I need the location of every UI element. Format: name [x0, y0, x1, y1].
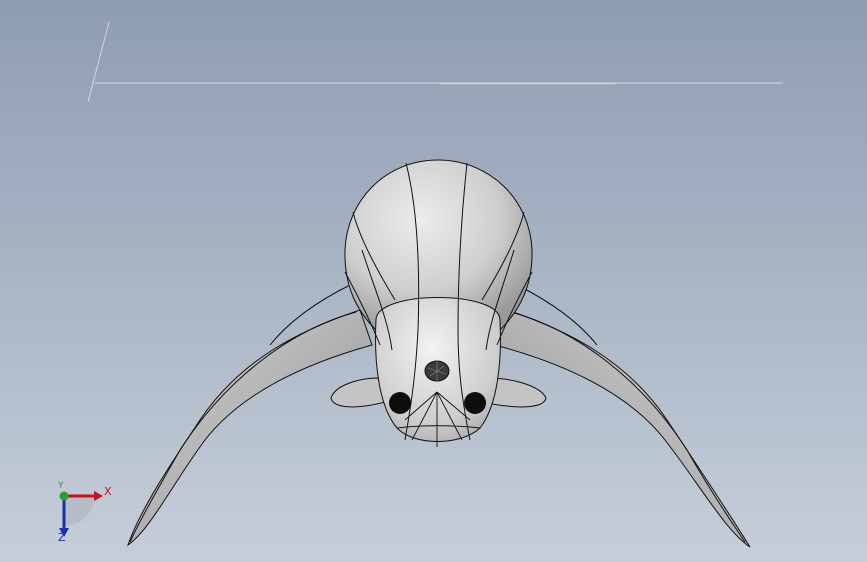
right-fin: [494, 309, 751, 548]
triad-y-label: Y: [58, 481, 64, 491]
triad-z-label: Z: [58, 531, 66, 544]
triad-x-label: X: [104, 485, 112, 498]
left-small-fin: [330, 377, 386, 408]
left-eye: [389, 392, 411, 414]
right-eye: [464, 392, 486, 414]
3d-model[interactable]: [0, 0, 867, 562]
orientation-triad: X Y Z: [50, 482, 120, 552]
graphics-viewport[interactable]: X Y Z: [0, 0, 867, 562]
left-fin: [127, 309, 373, 547]
